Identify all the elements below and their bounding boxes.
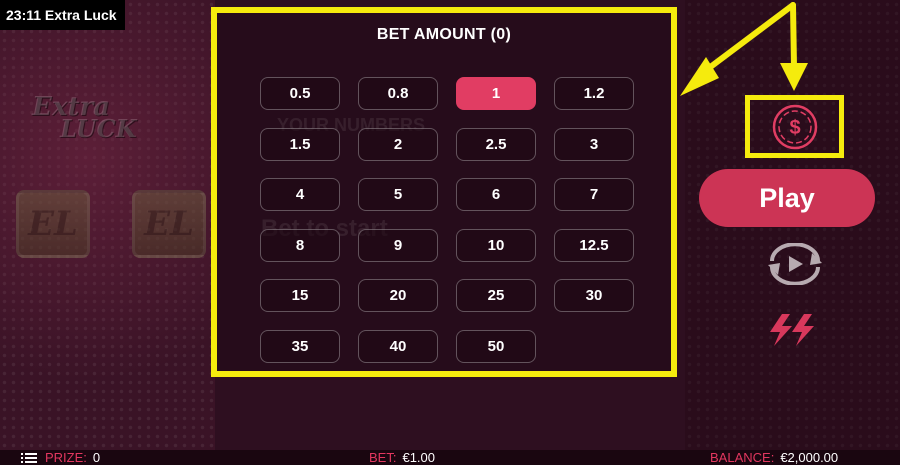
turbo-lightning-icon xyxy=(770,314,814,346)
play-button-label: Play xyxy=(759,182,815,213)
bet-option-button[interactable]: 6 xyxy=(456,178,536,211)
title-bar: 23:11 Extra Luck xyxy=(0,0,125,30)
tile-letters: EL xyxy=(144,204,194,244)
bet-option-button[interactable]: 35 xyxy=(260,329,340,363)
prize-label: PRIZE: xyxy=(45,450,87,465)
bet-label: BET: xyxy=(369,450,397,465)
bet-option-button[interactable]: 50 xyxy=(456,329,536,363)
bet-option-button[interactable]: 12.5 xyxy=(554,228,634,262)
bet-option-button[interactable]: 9 xyxy=(358,228,438,262)
bet-option-button[interactable]: 20 xyxy=(358,279,438,312)
bet-option-button[interactable]: 1.5 xyxy=(260,127,340,161)
title-text: 23:11 Extra Luck xyxy=(6,7,117,23)
prize-display: PRIZE: 0 xyxy=(45,450,100,465)
bet-option-button[interactable]: 2 xyxy=(358,127,438,161)
turbo-button[interactable] xyxy=(768,312,822,353)
svg-text:$: $ xyxy=(789,117,800,139)
menu-icon[interactable] xyxy=(21,452,37,464)
prize-value: 0 xyxy=(92,450,101,465)
balance-display: BALANCE: €2,000.00 xyxy=(710,450,838,465)
game-tile: EL xyxy=(132,190,206,258)
bet-amount-title: BET AMOUNT (0) xyxy=(376,26,512,43)
tile-letters: EL xyxy=(28,204,78,244)
bet-option-button[interactable]: 0.5 xyxy=(260,77,340,110)
game-tile: EL xyxy=(16,190,90,258)
bet-display: BET: €1.00 xyxy=(369,450,435,465)
bet-option-button[interactable]: 15 xyxy=(260,279,340,312)
play-button[interactable]: Play xyxy=(699,169,875,227)
autoplay-icon xyxy=(768,242,822,286)
bet-options-grid: 0.5 0.8 1 1.2 1.5 2 2.5 3 4 5 6 7 8 9 10 12.5 15 20 25 30 35… xyxy=(260,77,634,363)
bet-option-button[interactable]: 7 xyxy=(554,178,634,211)
bet-option-button[interactable]: 30 xyxy=(554,279,634,312)
bet-value: €1.00 xyxy=(402,450,436,465)
bet-option-button[interactable]: 10 xyxy=(456,228,536,262)
bet-option-button[interactable]: 3 xyxy=(554,127,634,161)
bet-amount-panel: YOUR NUMBERS Bet to start BET AMOUNT (0)… xyxy=(211,7,677,377)
bet-amount-button[interactable]: $ xyxy=(745,95,844,158)
bottom-bar: PRIZE: 0 BET: €1.00 BALANCE: €2,000.00 xyxy=(0,450,900,465)
autoplay-button[interactable] xyxy=(760,242,830,290)
logo-line-2: LUCK xyxy=(60,114,137,143)
bet-option-button[interactable]: 25 xyxy=(456,279,536,312)
balance-label: BALANCE: xyxy=(710,450,775,465)
bet-option-button[interactable]: 2.5 xyxy=(456,127,536,161)
extra-luck-logo: Extra LUCK xyxy=(22,92,152,143)
dollar-coin-icon: $ xyxy=(772,104,817,149)
balance-value: €2,000.00 xyxy=(780,450,839,465)
bet-option-button[interactable]: 0.8 xyxy=(358,77,438,110)
bet-option-button[interactable]: 8 xyxy=(260,228,340,262)
bet-option-button[interactable]: 1.2 xyxy=(554,77,634,110)
bet-option-button[interactable]: 1 xyxy=(456,77,536,110)
bet-option-button[interactable]: 5 xyxy=(358,178,438,211)
bet-option-button[interactable]: 40 xyxy=(358,329,438,363)
bet-option-button[interactable]: 4 xyxy=(260,178,340,211)
